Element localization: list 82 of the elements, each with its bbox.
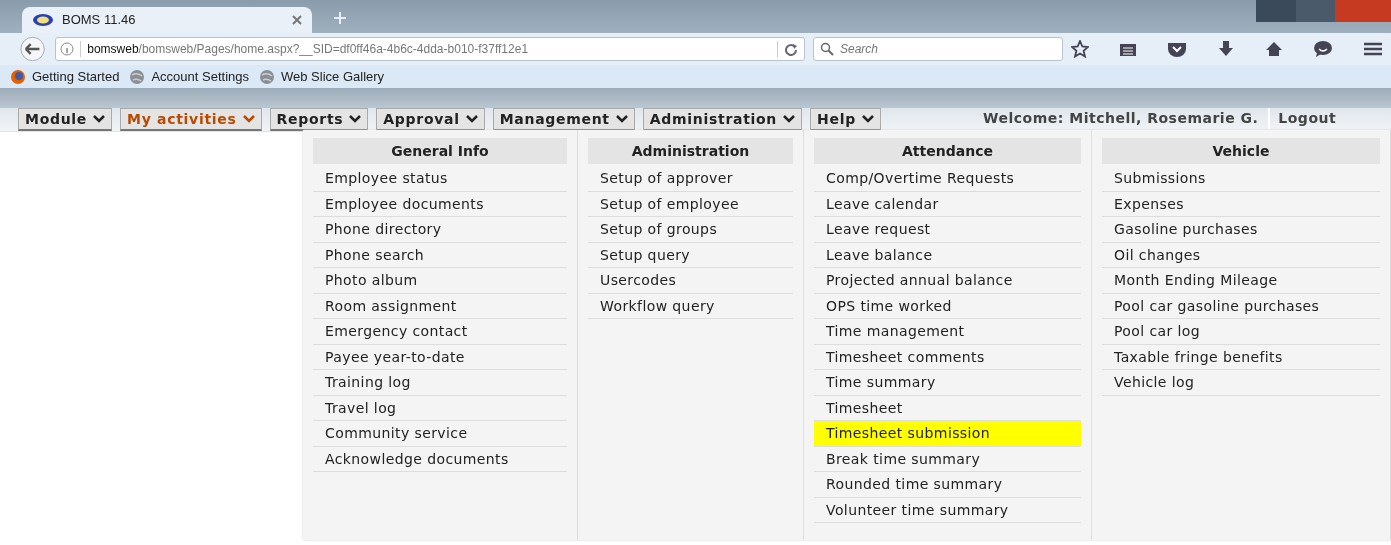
search-field[interactable]: Search [813,37,1063,61]
menu-button[interactable]: Administration [642,108,802,131]
menu-item[interactable]: Time summary [814,370,1081,396]
tab-title: BOMS 11.46 [62,11,136,30]
menu-item[interactable]: Taxable fringe benefits [1102,344,1380,370]
menu-item[interactable]: Room assignment [313,293,567,319]
caret-icon [861,115,874,123]
menu-item[interactable]: Setup of employee [588,191,793,217]
menu-item[interactable]: Photo album [313,268,567,294]
address-bar[interactable]: bomsweb/bomsweb/Pages/home.aspx?__SID=df0ff46a-4b6c-4dda-b010-f37ff12e1 [55,37,805,61]
menu-item[interactable]: Timesheet comments [814,344,1081,370]
menu-item[interactable]: Leave request [814,217,1081,243]
menu-item[interactable]: Timesheet submission [814,421,1081,447]
column-heading: General Info [313,138,567,164]
back-icon[interactable] [18,36,48,62]
column-heading: Attendance [814,138,1081,164]
menu-button[interactable]: My activities [120,108,262,131]
menu-button[interactable]: Module [18,108,113,131]
menu-item[interactable]: Pool car log [1102,319,1380,345]
reload-icon[interactable] [784,42,798,56]
caret-icon [242,115,255,123]
menu-item[interactable]: Time management [814,319,1081,345]
menu-icon[interactable] [1363,41,1383,57]
menu-item[interactable]: Setup of groups [588,217,793,243]
menu-item[interactable]: Vehicle log [1102,370,1380,396]
menu-item[interactable]: Phone search [313,242,567,268]
menu-item[interactable]: Expenses [1102,191,1380,217]
download-icon[interactable] [1217,40,1235,58]
reader-icon[interactable] [1119,41,1137,57]
menu-item[interactable]: Oil changes [1102,242,1380,268]
menu-item[interactable]: Community service [313,421,567,447]
star-icon[interactable] [1071,40,1089,58]
menu-item[interactable]: Leave calendar [814,191,1081,217]
bookmark-link[interactable]: Web Slice Gallery [281,66,385,87]
caret-icon [465,115,478,123]
caret-icon [783,115,795,123]
menu-item[interactable]: Employee status [313,166,567,192]
pocket-icon[interactable] [1167,41,1187,57]
menu-button[interactable]: Approval [376,108,485,131]
menu-item[interactable]: Month Ending Mileage [1102,268,1380,294]
menu-button[interactable]: Help [810,108,881,131]
menu-item[interactable]: OPS time worked [814,293,1081,319]
browser-tab[interactable]: BOMS 11.46 [22,7,312,33]
menu-item[interactable]: Emergency contact [313,319,567,345]
app-logo-icon [32,13,54,27]
menu-item[interactable]: Volunteer time summary [814,497,1081,523]
menu-item[interactable]: Comp/Overtime Requests [814,166,1081,192]
menu-button[interactable]: Management [492,108,635,131]
menu-item[interactable]: Submissions [1102,166,1380,192]
menu-item[interactable]: Workflow query [588,293,793,319]
menu-item[interactable]: Training log [313,370,567,396]
caret-icon [615,115,628,123]
chat-icon[interactable] [1313,40,1333,58]
menu-item[interactable]: Employee documents [313,191,567,217]
menu-item[interactable]: Gasoline purchases [1102,217,1380,243]
globe-icon [129,68,146,85]
welcome-text: Welcome: Mitchell, Rosemarie G. [982,109,1259,128]
column-heading: Administration [588,138,793,164]
menu-item[interactable]: Usercodes [588,268,793,294]
close-icon[interactable] [292,15,302,25]
menu-item[interactable]: Setup of approver [588,166,793,192]
menu-item[interactable]: Rounded time summary [814,472,1081,498]
bookmark-link[interactable]: Getting Started [32,66,120,87]
menu-item[interactable]: Setup query [588,242,793,268]
bookmark-link[interactable]: Account Settings [151,66,249,87]
globe-icon [259,68,275,85]
menu-item[interactable]: Leave balance [814,242,1081,268]
menu-item[interactable]: Projected annual balance [814,268,1081,294]
menu-item[interactable]: Pool car gasoline purchases [1102,293,1380,319]
url-text: bomsweb/bomsweb/Pages/home.aspx?__SID=df0ff46a-4b6c-4dda-b010-f37ff12e1 [87,41,529,58]
info-icon [60,42,75,56]
browser-logo-icon [10,68,26,85]
menu-item[interactable]: Break time summary [814,446,1081,472]
menu-item[interactable]: Phone directory [313,217,567,243]
caret-icon [349,115,362,123]
menu-item[interactable]: Payee year-to-date [313,344,567,370]
menu-button[interactable]: Reports [269,108,369,131]
menu-item[interactable]: Travel log [313,395,567,421]
home-icon[interactable] [1265,41,1283,57]
column-heading: Vehicle [1102,138,1380,164]
menu-item[interactable]: Acknowledge documents [313,446,567,472]
caret-icon [93,115,106,123]
